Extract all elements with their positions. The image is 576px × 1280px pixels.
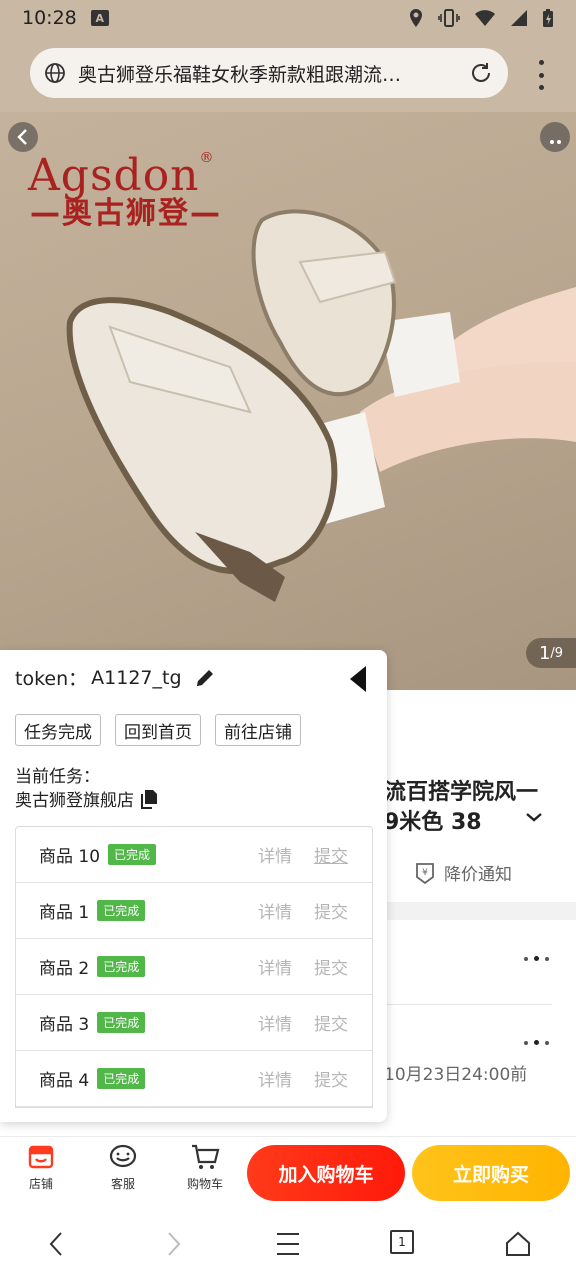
- bottom-action-bar: 店铺 客服 购物车 加入购物车 立即购买: [0, 1136, 576, 1208]
- collapse-triangle-icon[interactable]: [346, 664, 370, 694]
- chevron-down-icon[interactable]: [524, 810, 544, 824]
- wifi-icon: [475, 10, 495, 26]
- detail-link[interactable]: 详情: [258, 842, 292, 867]
- status-badge: 已完成: [97, 956, 146, 977]
- shop-icon: [28, 1145, 54, 1169]
- task-complete-button[interactable]: 任务完成: [15, 714, 101, 746]
- globe-icon: [45, 63, 65, 83]
- cart-tab[interactable]: 购物车: [173, 1143, 237, 1192]
- add-to-cart-button[interactable]: 加入购物车: [247, 1145, 405, 1201]
- goods-name: 商品 4: [39, 1071, 90, 1091]
- address-bar[interactable]: 奥古狮登乐福鞋女秋季新款粗跟潮流…: [30, 48, 508, 98]
- image-pager: 1/9: [526, 638, 576, 668]
- detail-link[interactable]: 详情: [258, 1066, 292, 1091]
- notification-icon: A: [90, 10, 109, 26]
- reload-icon[interactable]: [468, 60, 494, 86]
- more-dots-icon[interactable]: [524, 956, 549, 961]
- copy-icon[interactable]: [140, 789, 158, 809]
- cart-label: 购物车: [186, 1177, 223, 1191]
- back-arrow-icon[interactable]: [8, 122, 38, 152]
- divider: [384, 1004, 552, 1005]
- token-row: token： A1127_tg: [15, 664, 216, 691]
- status-bar: 10:28 A: [0, 0, 576, 36]
- table-row: 商品 3 已完成 详情 提交: [16, 995, 372, 1051]
- cart-icon: [192, 1144, 220, 1169]
- table-row: 商品 10 已完成 详情 提交: [16, 827, 372, 883]
- location-icon: [410, 9, 422, 27]
- price-tag-icon: ¥: [416, 862, 434, 884]
- submit-link[interactable]: 提交: [314, 842, 348, 867]
- submit-link[interactable]: 提交: [314, 898, 348, 923]
- more-dots-icon[interactable]: [524, 1040, 549, 1045]
- edit-icon[interactable]: [194, 667, 216, 689]
- submit-link[interactable]: 提交: [314, 1066, 348, 1091]
- detail-link[interactable]: 详情: [258, 954, 292, 979]
- panel-button-row: 任务完成 回到首页 前往店铺: [15, 714, 301, 746]
- task-shop-name: 奥古狮登旗舰店: [15, 791, 134, 811]
- goods-name: 商品 1: [39, 903, 90, 923]
- battery-icon: [543, 9, 553, 27]
- status-badge: 已完成: [97, 900, 146, 921]
- shop-tab[interactable]: 店铺: [9, 1143, 73, 1192]
- nav-menu-icon[interactable]: [276, 1230, 300, 1258]
- browser-nav-bar: 1: [0, 1208, 576, 1280]
- table-row: 商品 4 已完成 详情 提交: [16, 1051, 372, 1107]
- product-title: 流百搭学院风一 9米色 38: [384, 780, 539, 835]
- status-badge: 已完成: [97, 1012, 146, 1033]
- product-image[interactable]: Agsdon® —奥古狮登— 1/9: [0, 112, 576, 690]
- status-badge: 已完成: [108, 844, 157, 865]
- submit-link[interactable]: 提交: [314, 954, 348, 979]
- goods-name: 商品 10: [39, 847, 101, 867]
- go-home-button[interactable]: 回到首页: [115, 714, 201, 746]
- vibrate-icon: [438, 9, 460, 27]
- current-task-shop: 奥古狮登旗舰店: [15, 786, 158, 811]
- browser-toolbar: 奥古狮登乐福鞋女秋季新款粗跟潮流…: [0, 36, 576, 112]
- nav-forward-icon[interactable]: [164, 1230, 184, 1258]
- goods-name: 商品 3: [39, 1015, 90, 1035]
- submit-link[interactable]: 提交: [314, 1010, 348, 1035]
- task-panel: token： A1127_tg 任务完成 回到首页 前往店铺 当前任务： 奥古狮…: [0, 650, 387, 1122]
- service-tab[interactable]: 客服: [91, 1143, 155, 1192]
- signal-icon: [511, 10, 527, 26]
- token-label: token：: [15, 668, 88, 690]
- service-icon: [109, 1144, 137, 1168]
- price-notify-button[interactable]: ¥ 降价通知: [414, 860, 512, 885]
- detail-link[interactable]: 详情: [258, 1010, 292, 1035]
- more-icon[interactable]: [540, 122, 570, 152]
- token-value: A1127_tg: [91, 666, 182, 689]
- current-task-label: 当前任务：: [15, 767, 100, 787]
- buy-now-button[interactable]: 立即购买: [412, 1145, 570, 1201]
- table-row: 商品 1 已完成 详情 提交: [16, 883, 372, 939]
- table-row: 商品 2 已完成 详情 提交: [16, 939, 372, 995]
- shop-label: 店铺: [28, 1177, 53, 1191]
- nav-tabs-icon[interactable]: 1: [390, 1230, 414, 1254]
- service-label: 客服: [110, 1177, 135, 1191]
- page-title[interactable]: 奥古狮登乐福鞋女秋季新款粗跟潮流…: [78, 60, 468, 87]
- goods-table: 商品 10 已完成 详情 提交 商品 1 已完成 详情 提交 商品 2 已完成 …: [15, 826, 373, 1108]
- go-shop-button[interactable]: 前往店铺: [215, 714, 301, 746]
- nav-home-icon[interactable]: [504, 1230, 532, 1258]
- status-time: 10:28: [22, 7, 77, 29]
- detail-link[interactable]: 详情: [258, 898, 292, 923]
- svg-text:¥: ¥: [422, 868, 428, 878]
- delivery-deadline: 10月23日24:00前: [384, 1065, 528, 1085]
- browser-menu-button[interactable]: [536, 60, 546, 90]
- status-icons: [408, 8, 554, 28]
- nav-back-icon[interactable]: [46, 1230, 66, 1258]
- goods-name: 商品 2: [39, 959, 90, 979]
- status-badge: 已完成: [97, 1068, 146, 1089]
- price-notify-label: 降价通知: [444, 865, 512, 885]
- brand-logo-cn: —奥古狮登—: [30, 196, 222, 231]
